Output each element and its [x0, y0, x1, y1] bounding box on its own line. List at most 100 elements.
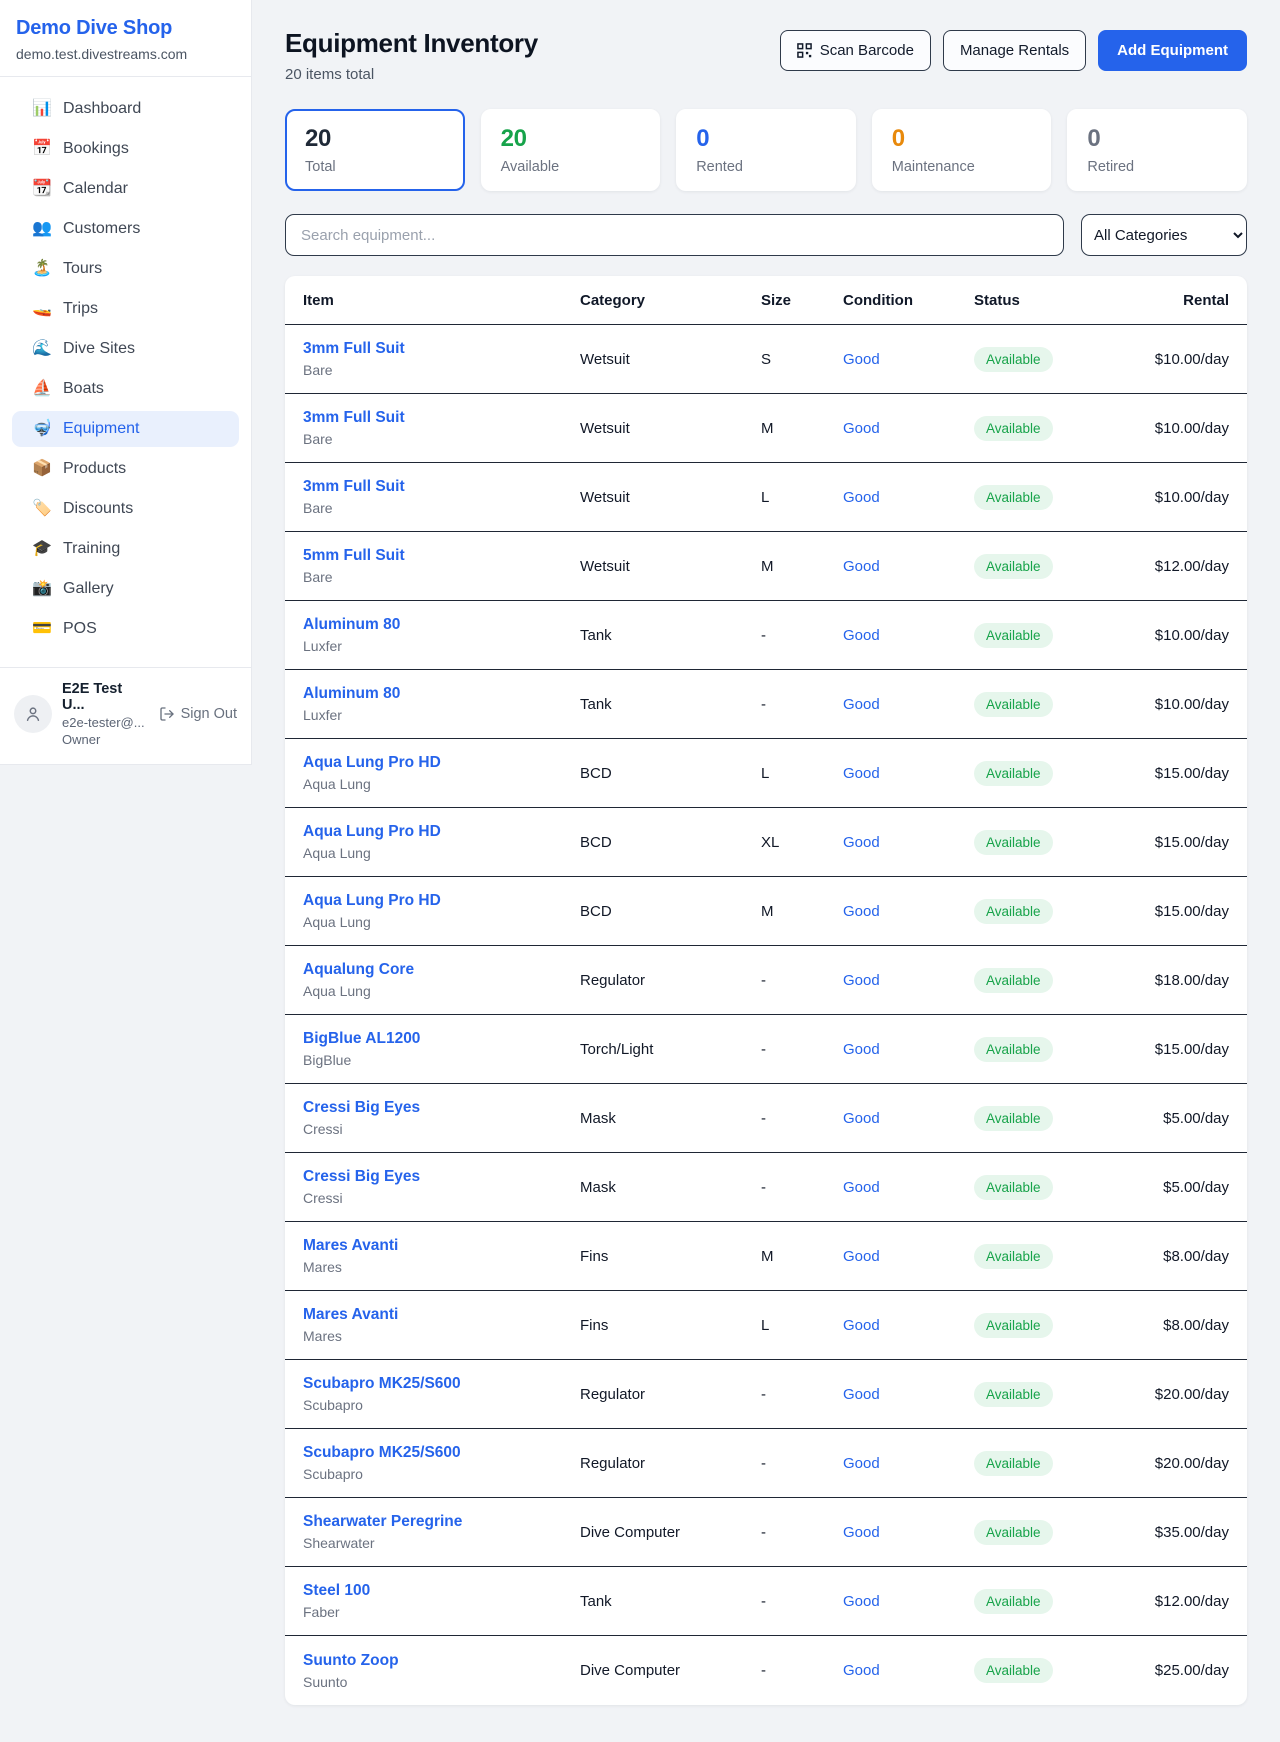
diving-mask-icon: 🤿	[32, 421, 52, 437]
rental-price-cell: $5.00/day	[1120, 1110, 1229, 1127]
condition-link[interactable]: Good	[843, 1179, 974, 1196]
item-name-link[interactable]: Aluminum 80	[303, 685, 580, 703]
item-name-link[interactable]: Mares Avanti	[303, 1306, 580, 1324]
size-cell: L	[761, 1317, 843, 1334]
item-name-link[interactable]: Aqua Lung Pro HD	[303, 754, 580, 772]
item-name-link[interactable]: Suunto Zoop	[303, 1652, 580, 1670]
item-brand: BigBlue	[303, 1052, 580, 1068]
size-cell: -	[761, 1179, 843, 1196]
item-name-link[interactable]: Scubapro MK25/S600	[303, 1375, 580, 1393]
item-name-link[interactable]: 5mm Full Suit	[303, 547, 580, 565]
stat-label: Available	[501, 159, 641, 175]
condition-link[interactable]: Good	[843, 834, 974, 851]
sidebar-item-label: Discounts	[63, 500, 133, 518]
category-cell: Tank	[580, 1593, 761, 1610]
sidebar-item[interactable]: 🤿 Equipment	[12, 411, 239, 447]
sidebar-item[interactable]: 📆 Calendar	[12, 171, 239, 207]
people-icon: 👥	[32, 221, 52, 237]
item-name-link[interactable]: Steel 100	[303, 1582, 580, 1600]
stat-card[interactable]: 0 Retired	[1067, 109, 1247, 191]
sidebar-item[interactable]: 📸 Gallery	[12, 571, 239, 607]
status-cell: Available	[974, 1244, 1120, 1269]
item-name-link[interactable]: Mares Avanti	[303, 1237, 580, 1255]
item-name-link[interactable]: Scubapro MK25/S600	[303, 1444, 580, 1462]
category-cell: Tank	[580, 627, 761, 644]
item-cell: Cressi Big Eyes Cressi	[303, 1099, 580, 1137]
status-badge: Available	[974, 554, 1053, 579]
item-name-link[interactable]: Aqua Lung Pro HD	[303, 823, 580, 841]
sidebar-item[interactable]: 📅 Bookings	[12, 131, 239, 167]
sidebar-item[interactable]: 🏷️ Discounts	[12, 491, 239, 527]
condition-link[interactable]: Good	[843, 1662, 974, 1679]
item-name-link[interactable]: BigBlue AL1200	[303, 1030, 580, 1048]
condition-link[interactable]: Good	[843, 1317, 974, 1334]
condition-link[interactable]: Good	[843, 1593, 974, 1610]
item-name-link[interactable]: Shearwater Peregrine	[303, 1513, 580, 1531]
search-input[interactable]	[285, 214, 1064, 256]
condition-link[interactable]: Good	[843, 1386, 974, 1403]
main-content: Equipment Inventory 20 items total Scan …	[252, 0, 1280, 1735]
condition-link[interactable]: Good	[843, 420, 974, 437]
sidebar-item[interactable]: 🌊 Dive Sites	[12, 331, 239, 367]
manage-rentals-button[interactable]: Manage Rentals	[943, 30, 1086, 71]
condition-link[interactable]: Good	[843, 558, 974, 575]
item-brand: Bare	[303, 431, 580, 447]
category-filter-select[interactable]: All Categories	[1081, 214, 1247, 256]
item-name-link[interactable]: Cressi Big Eyes	[303, 1168, 580, 1186]
sidebar-item[interactable]: ⛵ Boats	[12, 371, 239, 407]
sidebar-item[interactable]: 👥 Customers	[12, 211, 239, 247]
stat-card[interactable]: 0 Rented	[676, 109, 856, 191]
condition-link[interactable]: Good	[843, 1041, 974, 1058]
condition-link[interactable]: Good	[843, 903, 974, 920]
table-row: Mares Avanti Mares Fins L Good Available…	[285, 1291, 1247, 1360]
item-name-link[interactable]: 3mm Full Suit	[303, 478, 580, 496]
condition-link[interactable]: Good	[843, 1110, 974, 1127]
sidebar-item[interactable]: 🚤 Trips	[12, 291, 239, 327]
sidebar-item[interactable]: 🏝️ Tours	[12, 251, 239, 287]
sidebar-item[interactable]: 📦 Products	[12, 451, 239, 487]
table-row: Scubapro MK25/S600 Scubapro Regulator - …	[285, 1429, 1247, 1498]
condition-link[interactable]: Good	[843, 489, 974, 506]
scan-barcode-button[interactable]: Scan Barcode	[780, 30, 931, 71]
condition-link[interactable]: Good	[843, 1248, 974, 1265]
condition-link[interactable]: Good	[843, 972, 974, 989]
stat-card[interactable]: 20 Total	[285, 109, 465, 191]
add-equipment-label: Add Equipment	[1117, 42, 1228, 59]
condition-link[interactable]: Good	[843, 1455, 974, 1472]
condition-link[interactable]: Good	[843, 696, 974, 713]
size-cell: -	[761, 1386, 843, 1403]
item-name-link[interactable]: Aluminum 80	[303, 616, 580, 634]
condition-link[interactable]: Good	[843, 627, 974, 644]
manage-rentals-label: Manage Rentals	[960, 42, 1069, 59]
item-cell: Mares Avanti Mares	[303, 1306, 580, 1344]
rental-price-cell: $25.00/day	[1120, 1662, 1229, 1679]
sign-out-button[interactable]: Sign Out	[159, 706, 237, 722]
column-header-category: Category	[580, 292, 761, 309]
sidebar-item[interactable]: 📊 Dashboard	[12, 91, 239, 127]
sidebar-item[interactable]: 💳 POS	[12, 611, 239, 647]
table-row: 3mm Full Suit Bare Wetsuit L Good Availa…	[285, 463, 1247, 532]
condition-link[interactable]: Good	[843, 765, 974, 782]
status-badge: Available	[974, 1451, 1053, 1476]
item-name-link[interactable]: 3mm Full Suit	[303, 409, 580, 427]
condition-link[interactable]: Good	[843, 351, 974, 368]
stat-label: Rented	[696, 159, 836, 175]
item-name-link[interactable]: Aqualung Core	[303, 961, 580, 979]
item-name-link[interactable]: Aqua Lung Pro HD	[303, 892, 580, 910]
stat-card[interactable]: 20 Available	[481, 109, 661, 191]
header-actions: Scan Barcode Manage Rentals Add Equipmen…	[780, 30, 1247, 71]
category-cell: Wetsuit	[580, 558, 761, 575]
sidebar-item[interactable]: 🎓 Training	[12, 531, 239, 567]
qr-code-icon	[797, 43, 812, 58]
item-name-link[interactable]: 3mm Full Suit	[303, 340, 580, 358]
sidebar-item-label: Equipment	[63, 420, 140, 438]
rental-price-cell: $12.00/day	[1120, 558, 1229, 575]
add-equipment-button[interactable]: Add Equipment	[1098, 30, 1247, 71]
category-cell: Wetsuit	[580, 420, 761, 437]
sidebar-header: Demo Dive Shop demo.test.divestreams.com	[0, 0, 251, 77]
stat-card[interactable]: 0 Maintenance	[872, 109, 1052, 191]
camera-flash-icon: 📸	[32, 581, 52, 597]
condition-link[interactable]: Good	[843, 1524, 974, 1541]
table-row: Cressi Big Eyes Cressi Mask - Good Avail…	[285, 1084, 1247, 1153]
item-name-link[interactable]: Cressi Big Eyes	[303, 1099, 580, 1117]
